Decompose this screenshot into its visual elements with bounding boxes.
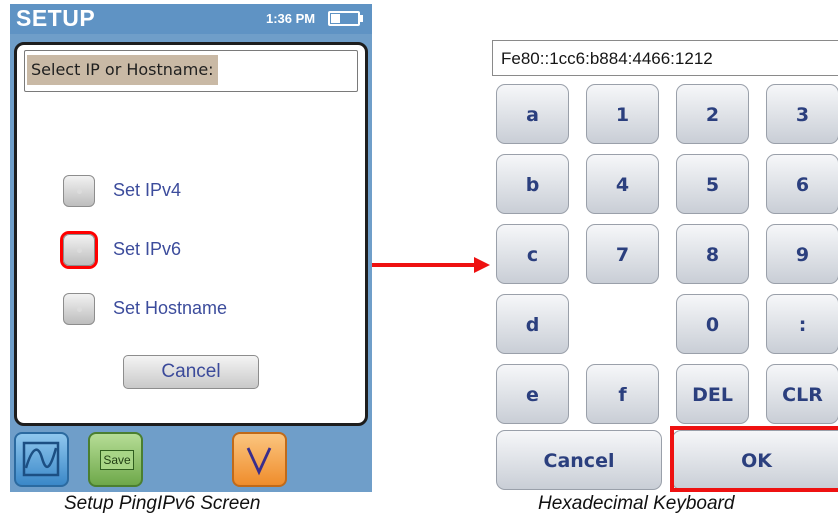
title-bar: SETUP 1:36 PM	[10, 4, 372, 34]
option-label: Set Hostname	[113, 298, 228, 318]
key-5[interactable]: 5	[676, 154, 749, 214]
key-c[interactable]: c	[496, 224, 569, 284]
key-0[interactable]: 0	[676, 294, 749, 354]
arrow-shaft	[372, 263, 476, 267]
key-clr[interactable]: CLR	[766, 364, 838, 424]
graph-button[interactable]	[14, 432, 69, 487]
key-colon[interactable]: :	[766, 294, 838, 354]
app-title: SETUP	[16, 5, 96, 31]
key-3[interactable]: 3	[766, 84, 838, 144]
option-set-hostname[interactable]: Set Hostname	[61, 289, 341, 329]
dialog-panel: Select IP or Hostname: Set IPv4 Set IPv6…	[14, 42, 368, 426]
arrow-right-icon	[474, 257, 490, 273]
key-b[interactable]: b	[496, 154, 569, 214]
option-set-ipv4[interactable]: Set IPv4	[61, 171, 341, 211]
key-4[interactable]: 4	[586, 154, 659, 214]
chevron-down-icon	[246, 447, 272, 476]
left-caption: Setup PingIPv6 Screen	[64, 493, 261, 514]
ip-input-field[interactable]: Fe80::1cc6:b884:4466:1212	[492, 40, 838, 76]
radio-button-hostname[interactable]	[63, 293, 95, 325]
save-label: Save	[100, 450, 134, 470]
option-label: Set IPv6	[113, 239, 182, 259]
key-6[interactable]: 6	[766, 154, 838, 214]
key-1[interactable]: 1	[586, 84, 659, 144]
key-2[interactable]: 2	[676, 84, 749, 144]
key-7[interactable]: 7	[586, 224, 659, 284]
key-a[interactable]: a	[496, 84, 569, 144]
ok-highlight-box	[670, 426, 838, 492]
right-caption: Hexadecimal Keyboard	[538, 493, 735, 514]
battery-tip	[360, 15, 363, 22]
prompt-field: Select IP or Hostname:	[24, 50, 358, 92]
option-label: Set IPv4	[113, 180, 182, 200]
cancel-button[interactable]: Cancel	[123, 355, 259, 389]
graph-icon	[22, 441, 60, 477]
prompt-text: Select IP or Hostname:	[27, 55, 218, 85]
key-f[interactable]: f	[586, 364, 659, 424]
setup-screen: SETUP 1:36 PM Select IP or Hostname: Set…	[10, 4, 372, 492]
keyboard-cancel-button[interactable]: Cancel	[496, 430, 662, 490]
key-8[interactable]: 8	[676, 224, 749, 284]
radio-button-ipv4[interactable]	[63, 175, 95, 207]
down-button[interactable]	[232, 432, 287, 487]
ip-input-value: Fe80::1cc6:b884:4466:1212	[501, 49, 713, 68]
key-del[interactable]: DEL	[676, 364, 749, 424]
clock: 1:36 PM	[266, 11, 316, 26]
key-e[interactable]: e	[496, 364, 569, 424]
save-button[interactable]: Save	[88, 432, 143, 487]
key-9[interactable]: 9	[766, 224, 838, 284]
radio-button-ipv6[interactable]	[63, 234, 95, 266]
option-set-ipv6[interactable]: Set IPv6	[61, 230, 341, 270]
battery-icon	[328, 11, 360, 26]
key-d[interactable]: d	[496, 294, 569, 354]
